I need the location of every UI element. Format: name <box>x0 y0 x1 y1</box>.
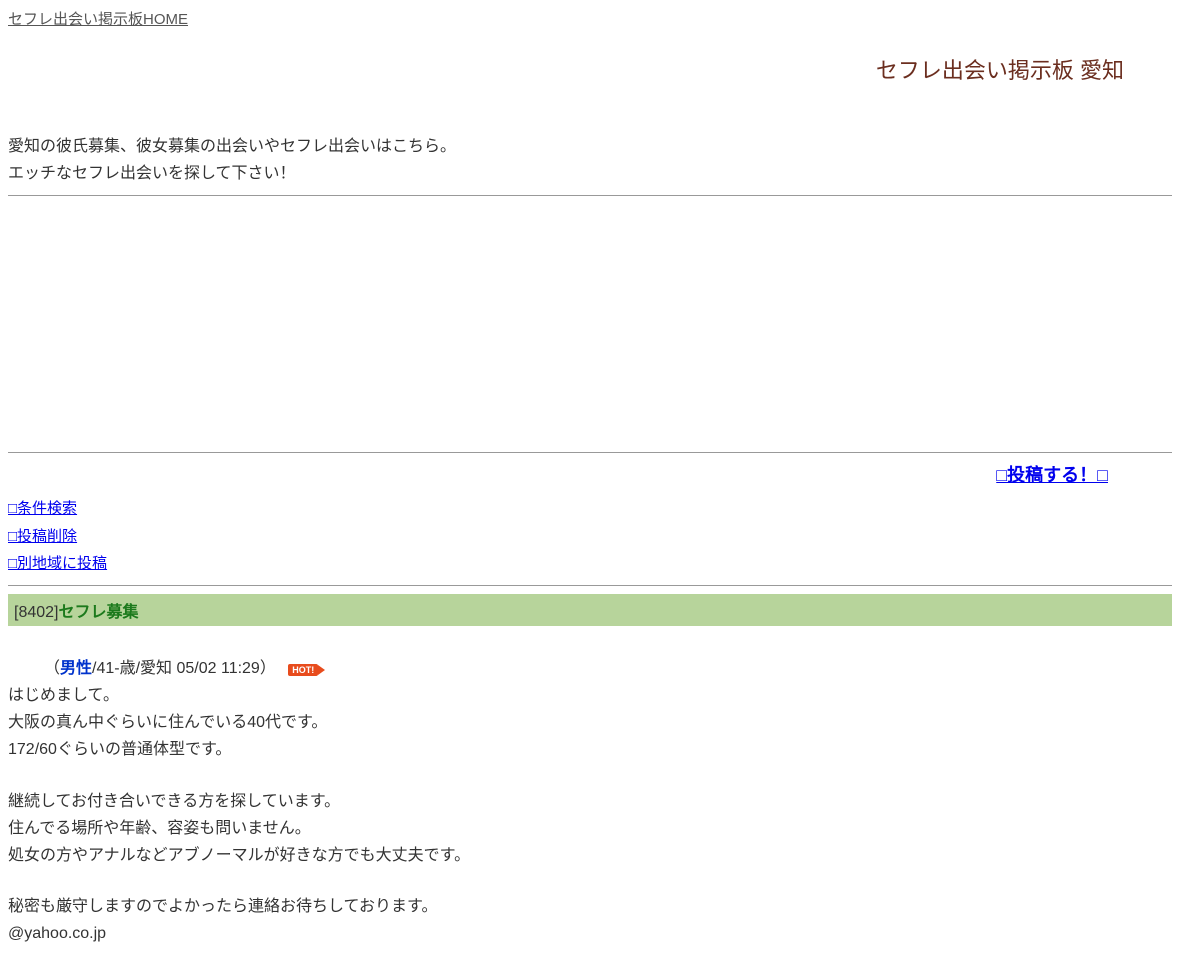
body-line: 大阪の真ん中ぐらいに住んでいる40代です。 <box>8 709 1172 736</box>
body-line: 継続してお付き合いできる方を探しています。 <box>8 788 1172 815</box>
thread-gender: 男性 <box>60 660 92 677</box>
search-link[interactable]: □条件検索 <box>8 500 77 517</box>
side-links: □条件検索 □投稿削除 □別地域に投稿 <box>8 495 1172 577</box>
divider <box>8 452 1172 453</box>
post-new-link[interactable]: □投稿する！□ <box>996 465 1108 485</box>
page-title: セフレ出会い掲示板 愛知 <box>8 53 1124 85</box>
delete-link[interactable]: □投稿削除 <box>8 528 77 545</box>
hot-label: HOT! <box>288 664 318 676</box>
thread-header: [8402]セフレ募集 <box>8 594 1172 626</box>
meta-open: （ <box>44 660 60 677</box>
thread-email: @yahoo.co.jp <box>8 920 1172 947</box>
intro-block: 愛知の彼氏募集、彼女募集の出会いやセフレ出会いはこちら。 エッチなセフレ出会いを… <box>8 133 1172 187</box>
body-line: はじめまして。 <box>8 682 1172 709</box>
post-link-row: □投稿する！□ <box>8 461 1108 487</box>
divider <box>8 585 1172 586</box>
body-line: 住んでる場所や年齢、容姿も問いません。 <box>8 815 1172 842</box>
ad-spacer <box>8 204 1172 444</box>
body-line: 処女の方やアナルなどアブノーマルが好きな方でも大丈夫です。 <box>8 842 1172 869</box>
body-line: 172/60ぐらいの普通体型です。 <box>8 736 1172 763</box>
intro-line-1: 愛知の彼氏募集、彼女募集の出会いやセフレ出会いはこちら。 <box>8 133 1172 160</box>
body-line: 秘密も厳守しますのでよかったら連絡お待ちしております。 <box>8 893 1172 920</box>
intro-line-2: エッチなセフレ出会いを探して下さい！ <box>8 160 1172 187</box>
other-region-link[interactable]: □別地域に投稿 <box>8 555 107 572</box>
thread-id: [8402] <box>14 604 58 621</box>
thread-meta: （男性/41-歳/愛知 05/02 11:29） HOT! <box>44 654 1172 678</box>
hot-tag-icon: HOT! <box>288 660 318 678</box>
thread-meta-rest: /41-歳/愛知 05/02 11:29） <box>92 660 276 677</box>
divider <box>8 195 1172 196</box>
thread-body: はじめまして。 大阪の真ん中ぐらいに住んでいる40代です。 172/60ぐらいの… <box>8 682 1172 948</box>
thread-title: セフレ募集 <box>58 604 138 621</box>
home-link[interactable]: セフレ出会い掲示板HOME <box>8 11 188 28</box>
